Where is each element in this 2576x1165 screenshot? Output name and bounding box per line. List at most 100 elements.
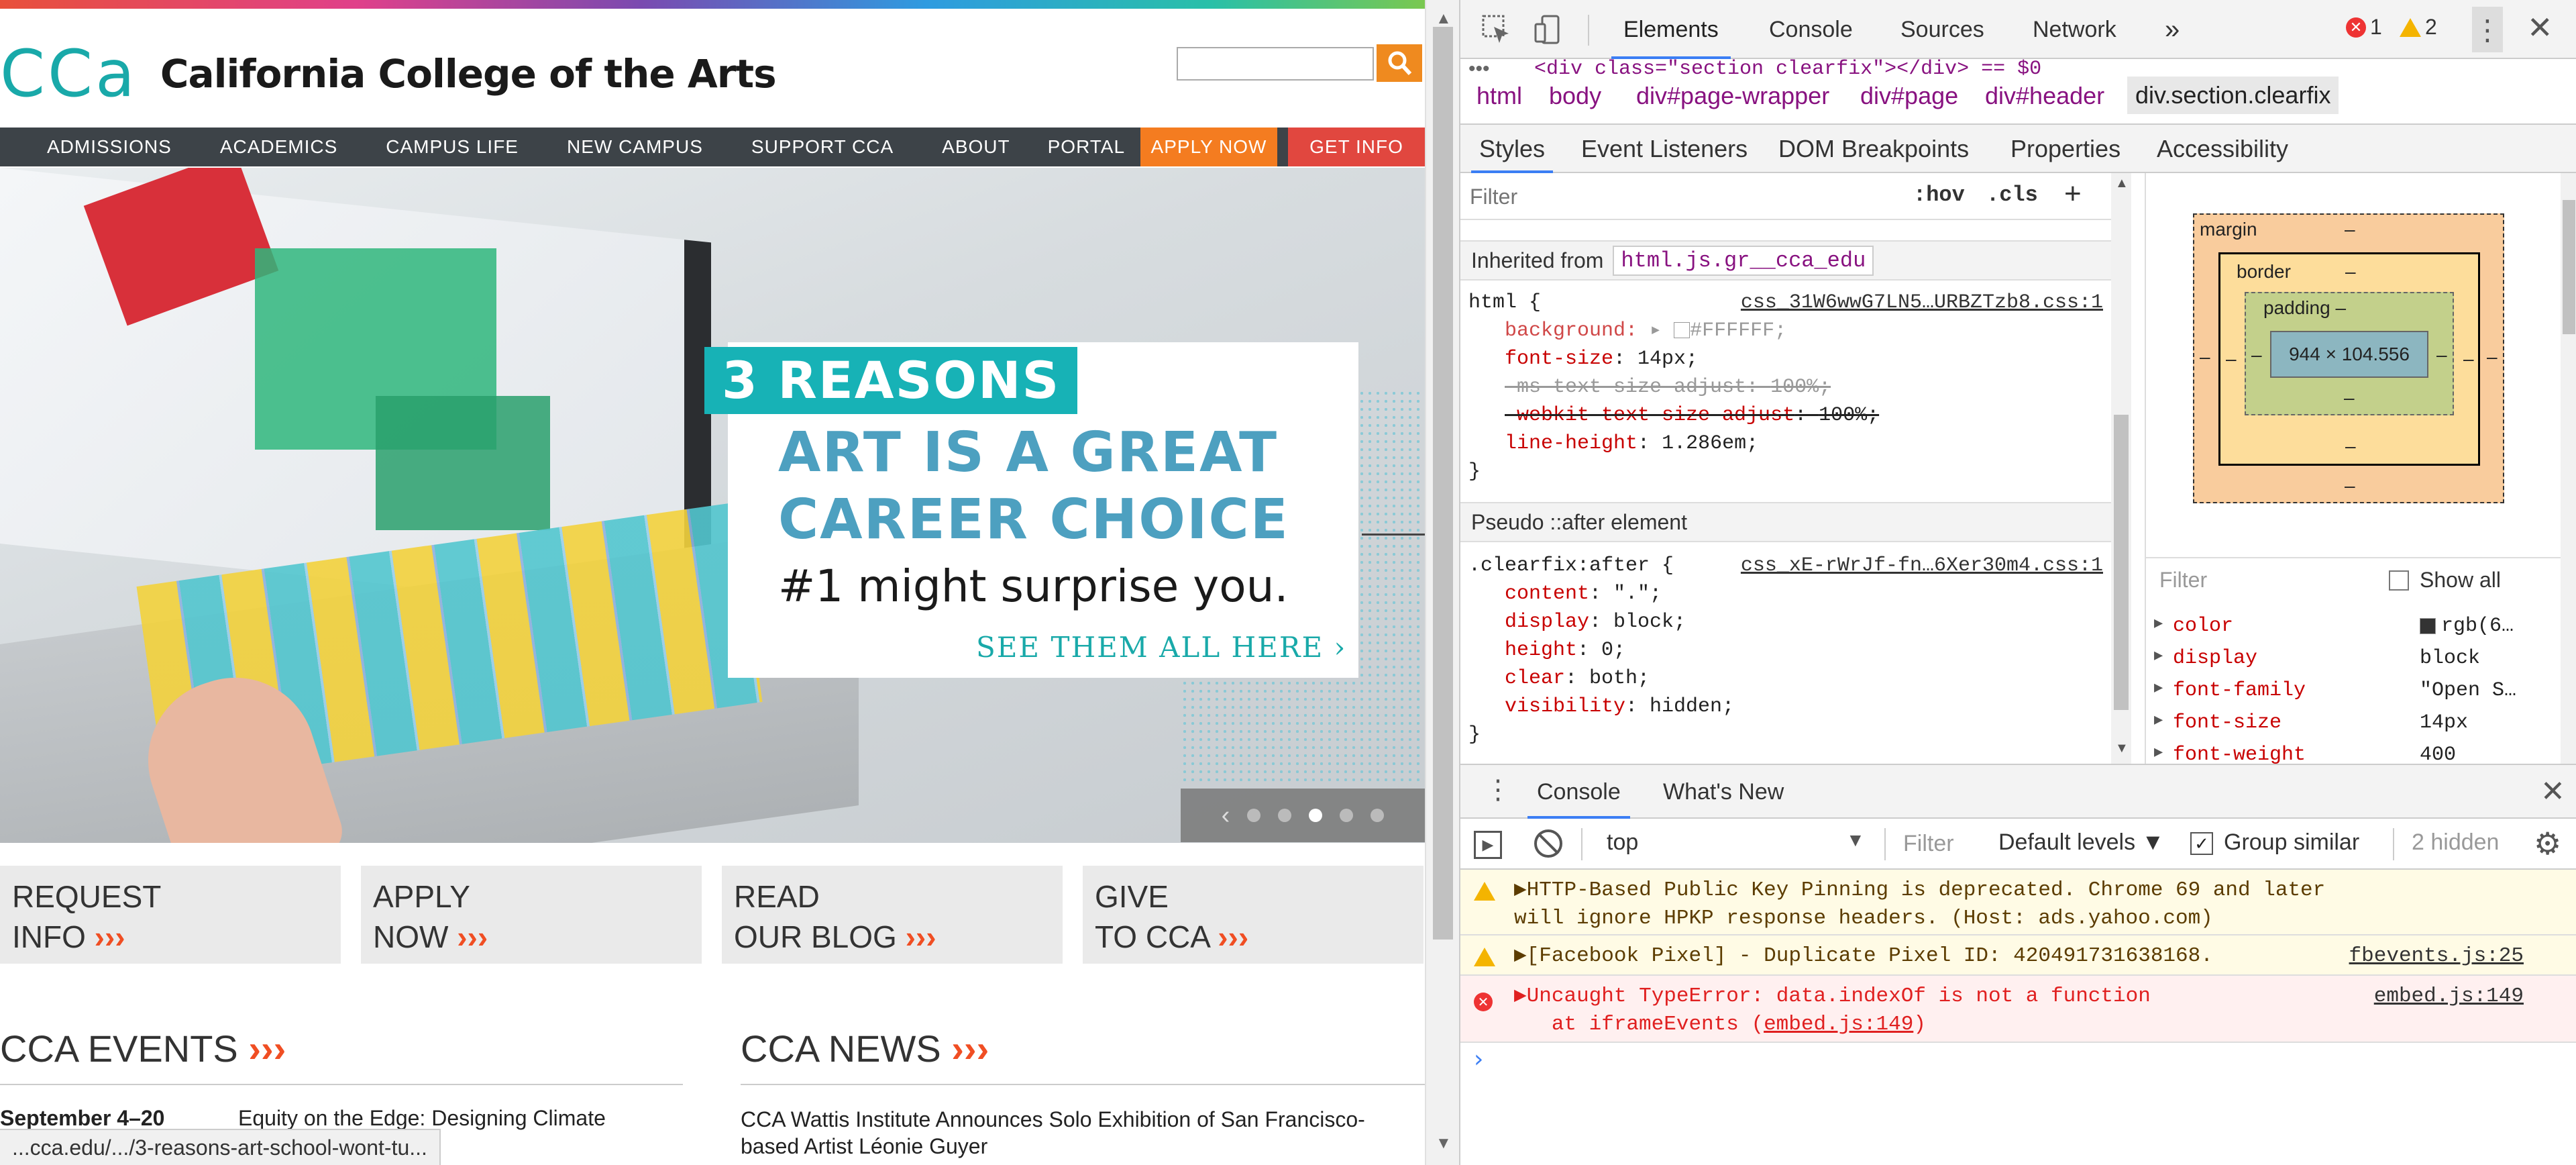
show-sidebar-icon[interactable]: ▶ [1474,831,1502,859]
scroll-up-icon[interactable]: ▲ [2115,176,2129,191]
site-logo[interactable]: CCa California College of the Arts [0,40,777,107]
scroll-down-icon[interactable]: ▼ [1436,1134,1452,1153]
group-similar-checkbox[interactable]: ✓ [2190,832,2213,855]
computed-scrollbar[interactable] [2561,173,2576,764]
rule-source-link[interactable]: css_31W6wwG7LN5…URBZTzb8.css:1 [1741,289,2103,317]
css-property-background[interactable]: background: ▸ #FFFFFF; [1505,317,1786,345]
styles-filter-input[interactable] [1470,179,1892,215]
drawer-tab-whats-new[interactable]: What's New [1663,765,1784,819]
rule-source-link[interactable]: css_xE-rWrJf-fn…6Xer30m4.css:1 [1741,552,2103,580]
scrollbar-thumb[interactable] [1433,27,1453,940]
css-property-font-size[interactable]: font-size: 14px; [1505,345,1698,373]
scroll-down-icon[interactable]: ▼ [2115,741,2129,756]
dropdown-arrow-icon[interactable]: ▼ [1846,829,1865,851]
computed-filter-input[interactable]: Filter [2159,568,2207,593]
css-property-ms-text-size-adjust[interactable]: -ms-text-size-adjust: 100%; [1505,373,1831,401]
drawer-menu-icon[interactable]: ⋮ [1485,774,1511,805]
carousel-prev-icon[interactable]: ‹ [1222,801,1230,830]
css-property-content[interactable]: content: "."; [1505,580,1662,608]
error-count-badge[interactable]: ✕ 1 [2346,15,2382,40]
card-apply-now[interactable]: APPLY NOW ››› [361,866,702,964]
cls-toggle[interactable]: .cls [1986,183,2038,207]
computed-row[interactable]: ▶ color rgb(6… [2146,615,2561,647]
nav-admissions[interactable]: ADMISSIONS [0,128,196,166]
search-input[interactable] [1177,47,1374,81]
card-give[interactable]: GIVE TO CCA ››› [1083,866,1424,964]
console-prompt-icon[interactable]: › [1474,1046,1483,1073]
hero-banner[interactable]: 3 REASONS ART IS A GREAT CAREER CHOICE #… [0,168,1425,843]
drawer-tab-console[interactable]: Console [1527,765,1630,819]
subtab-styles[interactable]: Styles [1470,125,1554,173]
inspect-element-icon[interactable] [1481,13,1513,53]
tab-sources[interactable]: Sources [1900,0,1984,59]
news-item-link[interactable]: CCA Wattis Institute Announces Solo Exhi… [741,1106,1385,1160]
css-property-webkit-text-size-adjust[interactable]: -webkit-text-size-adjust: 100%; [1505,401,1879,429]
stack-link[interactable]: embed.js:149 [1764,1013,1913,1036]
scrollbar-thumb[interactable] [2563,200,2575,334]
events-heading[interactable]: CCA EVENTS ››› [0,1027,286,1070]
inherited-selector-link[interactable]: html.js.gr__cca_edu [1613,245,1874,276]
card-read-blog[interactable]: READ OUR BLOG ››› [722,866,1063,964]
event-title-link[interactable]: Equity on the Edge: Designing Climate [238,1106,606,1131]
subtab-properties[interactable]: Properties [2010,125,2121,173]
nav-new-campus[interactable]: NEW CAMPUS [543,128,727,166]
card-request-info[interactable]: REQUEST INFO ››› [0,866,341,964]
nav-about[interactable]: ABOUT [918,128,1034,166]
nav-academics[interactable]: ACADEMICS [196,128,362,166]
kebab-menu-icon[interactable]: ⋮ [2472,7,2503,52]
breadcrumb-header[interactable]: div#header [1985,82,2104,110]
warning-count-badge[interactable]: 2 [2400,15,2437,40]
styles-scrollbar[interactable]: ▲ ▼ [2111,173,2131,764]
scrollbar-thumb[interactable] [2114,415,2129,710]
subtab-dom-breakpoints[interactable]: DOM Breakpoints [1778,125,1969,173]
carousel-dot-active[interactable] [1309,809,1323,822]
console-filter-input[interactable]: Filter [1903,831,2010,860]
console-message-warning[interactable]: ▶[Facebook Pixel] - Duplicate Pixel ID: … [1460,935,2576,976]
tab-network[interactable]: Network [2033,0,2116,59]
nav-get-info[interactable]: GET INFO [1288,128,1425,166]
log-levels-dropdown[interactable]: Default levels ▼ [1998,829,2164,856]
page-scrollbar[interactable]: ▲ ▼ [1425,0,1459,1165]
css-property-clear[interactable]: clear: both; [1505,664,1650,693]
console-message-error[interactable]: ✕ ▶Uncaught TypeError: data.indexOf is n… [1460,976,2576,1043]
subtab-event-listeners[interactable]: Event Listeners [1581,125,1748,173]
computed-row[interactable]: ▶ font-size 14px [2146,711,2561,744]
clear-console-icon[interactable] [1534,829,1562,858]
tab-console[interactable]: Console [1769,0,1853,59]
breadcrumb-page[interactable]: div#page [1860,82,1958,110]
breadcrumb-body[interactable]: body [1549,82,1601,110]
news-heading[interactable]: CCA NEWS ››› [741,1027,989,1070]
computed-row[interactable]: ▶ font-weight 400 [2146,744,2561,764]
css-property-visibility[interactable]: visibility: hidden; [1505,693,1734,721]
box-model-padding[interactable]: padding – – – – 944 × 104.556 [2245,292,2454,415]
tab-elements[interactable]: Elements [1611,0,1731,59]
console-message-warning[interactable]: ▶HTTP-Based Public Key Pinning is deprec… [1460,870,2576,935]
hov-toggle[interactable]: :hov [1913,183,1965,207]
new-rule-icon[interactable]: + [2064,177,2082,211]
box-model-margin[interactable]: margin – – – – border – – – – padding – … [2193,213,2504,503]
box-model-border[interactable]: border – – – – padding – – – – 944 × 104… [2218,252,2480,466]
nav-campus-life[interactable]: CAMPUS LIFE [362,128,543,166]
device-toolbar-icon[interactable] [1533,13,1565,53]
site-name[interactable]: California College of the Arts [160,51,777,97]
hero-cta-link[interactable]: SEE THEM ALL HERE › [976,631,1346,664]
close-devtools-icon[interactable]: ✕ [2527,9,2553,46]
nav-support-cca[interactable]: SUPPORT CCA [727,128,918,166]
box-model-content-size[interactable]: 944 × 104.556 [2270,331,2428,378]
scroll-up-icon[interactable]: ▲ [1436,9,1452,28]
carousel-dot[interactable] [1247,809,1261,822]
message-source-link[interactable]: fbevents.js:25 [2349,942,2524,970]
message-source-link[interactable]: embed.js:149 [2374,982,2524,1011]
close-drawer-icon[interactable]: ✕ [2540,774,2565,809]
dom-node-partial[interactable]: <div class="section clearfix"></div> == … [1534,58,2041,81]
more-tabs-icon[interactable]: » [2165,0,2180,59]
breadcrumb-section-clearfix[interactable]: div.section.clearfix [2127,77,2339,114]
carousel-dot[interactable] [1278,809,1292,822]
rule-selector[interactable]: html { [1468,289,1541,317]
nav-apply-now[interactable]: APPLY NOW [1140,128,1277,166]
color-swatch-icon[interactable] [1674,322,1690,339]
context-selector[interactable]: top [1607,829,1638,856]
gear-icon[interactable]: ⚙ [2534,825,2561,862]
breadcrumb-page-wrapper[interactable]: div#page-wrapper [1636,82,1829,110]
show-all-checkbox[interactable] [2389,570,2409,591]
